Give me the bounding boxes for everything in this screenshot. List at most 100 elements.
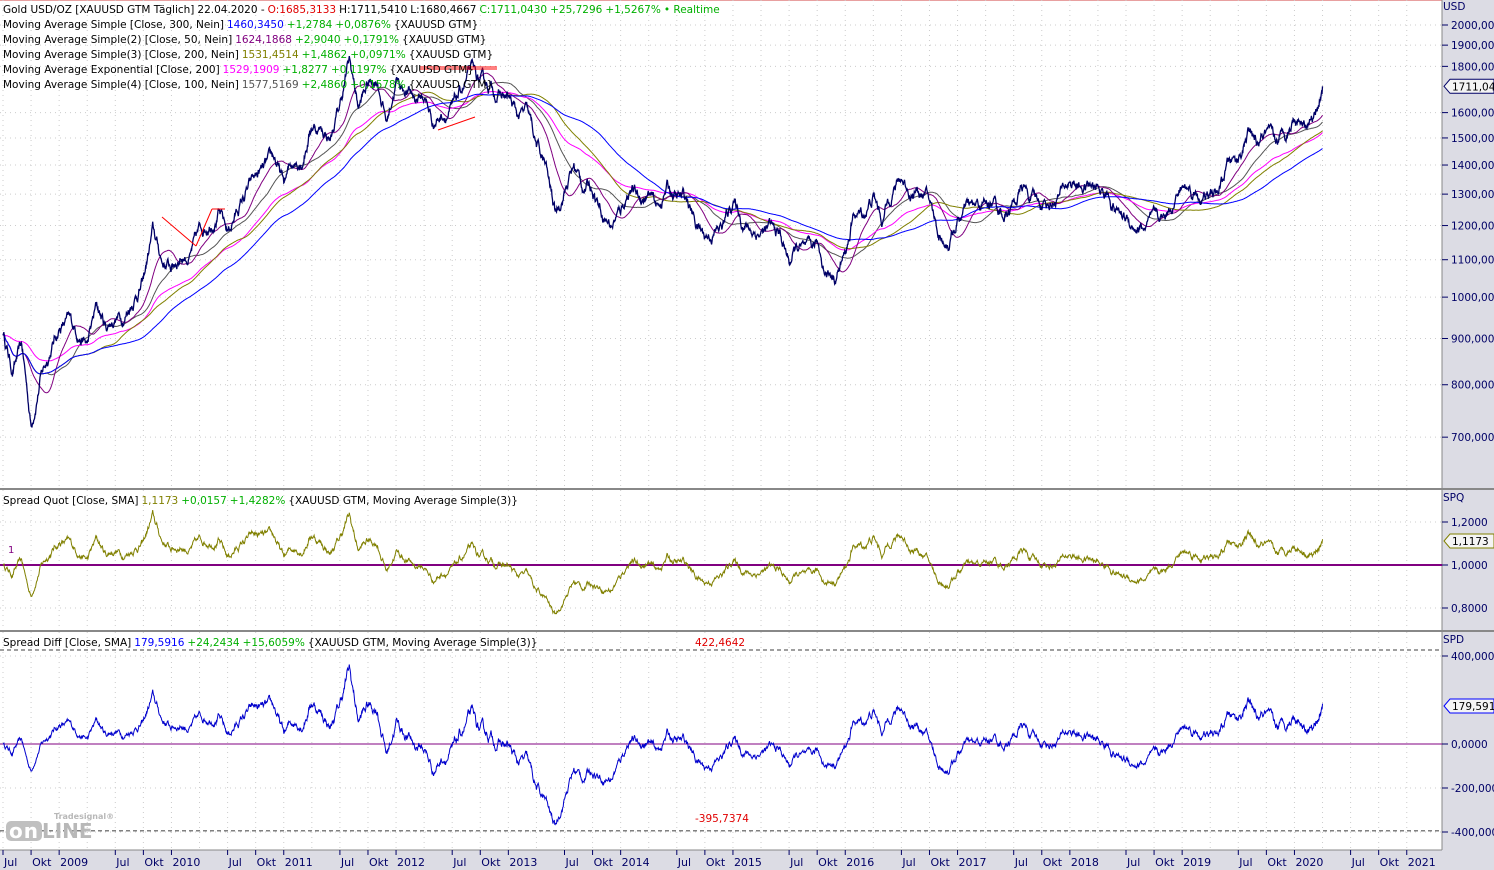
x-tick-label: Jul	[452, 856, 466, 869]
x-tick-label: Jul	[3, 856, 17, 869]
change-pct: +1,5267%	[605, 4, 661, 16]
tradesignal-logo: Tradesignal® on LINE	[6, 812, 114, 841]
x-tick-label: 2016	[846, 856, 874, 869]
x-tick-label: 2013	[509, 856, 537, 869]
y-tick-label: -400,0000	[1451, 827, 1494, 839]
y-tick-label: 0,0000	[1451, 739, 1488, 751]
legend-name: Spread Quot [Close, SMA]	[3, 495, 139, 507]
legend-name: Moving Average Simple(4) [Close, 100, Ne…	[3, 79, 239, 91]
x-tick-label: Okt	[706, 856, 726, 869]
indicator-legend: Moving Average Simple(2) [Close, 50, Nei…	[3, 33, 489, 48]
x-tick-label: 2009	[60, 856, 88, 869]
last-price-label: 1711,043	[1452, 81, 1494, 93]
indicator-legend: Moving Average Simple(4) [Close, 100, Ne…	[3, 78, 496, 93]
x-tick-label: Okt	[257, 856, 277, 869]
x-tick-label: Jul	[565, 856, 579, 869]
legend-name: Moving Average Simple [Close, 300, Nein]	[3, 19, 224, 31]
legend-name: Moving Average Exponential [Close, 200]	[3, 64, 220, 76]
y-tick-label: 1300,0000	[1451, 189, 1494, 201]
chart-canvas[interactable]: 1 422,4642 -395,7374 2000,0000 1900,0000 180…	[0, 0, 1494, 870]
x-tick-label: Okt	[1380, 856, 1400, 869]
low-value: L:1680,4667	[410, 4, 477, 16]
x-tick-label: Jul	[115, 856, 129, 869]
y-tick-label: 400,0000	[1451, 651, 1494, 663]
x-tick-label: 2010	[172, 856, 200, 869]
legend-value: 1,1173	[141, 495, 179, 507]
legend-pct: +0,1578%	[350, 79, 406, 91]
legend-src: {XAUUSD GTM}	[393, 19, 479, 31]
y-tick-label: 1100,0000	[1451, 255, 1494, 267]
x-tick-label: 2021	[1408, 856, 1436, 869]
y-tick-label: 1400,0000	[1451, 160, 1494, 172]
x-tick-label: 2012	[397, 856, 425, 869]
open-value: O:1685,3133	[267, 4, 337, 16]
legend-pct: +15,6059%	[242, 637, 305, 649]
legend-pct: +0,1197%	[331, 64, 387, 76]
legend-value: 1529,1909	[222, 64, 280, 76]
y-tick-label: 0,8000	[1451, 603, 1488, 615]
legend-change: +1,8277	[282, 64, 328, 76]
x-tick-label: Okt	[1043, 856, 1063, 869]
x-tick-label: Jul	[677, 856, 691, 869]
y-tick-label: 1500,0000	[1451, 133, 1494, 145]
extreme-label: -395,7374	[695, 813, 749, 825]
x-tick-label: Jul	[1238, 856, 1252, 869]
y-tick-label: -200,0000	[1451, 783, 1494, 795]
indicator-legend: Moving Average Simple [Close, 300, Nein]…	[3, 18, 481, 33]
x-tick-label: 2017	[959, 856, 987, 869]
spread-diff-legend: Spread Diff [Close, SMA] 179,5916 +24,2434…	[3, 636, 540, 651]
legend-value: 1624,1868	[235, 34, 292, 46]
y-tick-label: 1,2000	[1451, 517, 1488, 529]
y-tick-label: 1600,0000	[1451, 108, 1494, 120]
x-tick-label: Okt	[1267, 856, 1287, 869]
x-tick-label: Jul	[228, 856, 242, 869]
y-tick-label: 1800,0000	[1451, 61, 1494, 73]
y-tick-label: 900,0000	[1451, 333, 1494, 345]
legend-name: Moving Average Simple(2) [Close, 50, Nei…	[3, 34, 233, 46]
x-tick-label: Jul	[340, 856, 354, 869]
close-value: C:1711,0430	[479, 4, 548, 16]
x-tick-label: Okt	[1155, 856, 1175, 869]
y-tick-label: 2000,0000	[1451, 20, 1494, 32]
x-tick-label: Jul	[901, 856, 915, 869]
x-tick-label: 2020	[1295, 856, 1323, 869]
legend-value: 1531,4514	[241, 49, 299, 61]
x-tick-label: Jul	[1126, 856, 1140, 869]
legend-src: {XAUUSD GTM}	[402, 34, 487, 46]
extreme-label: 422,4642	[695, 637, 745, 649]
legend-change: +1,2784	[286, 19, 333, 31]
legend-pct: +0,0876%	[335, 19, 391, 31]
legend-src: {XAUUSD GTM}	[389, 64, 474, 76]
y-axis-unit: USD	[1443, 1, 1465, 13]
legend-source: {XAUUSD GTM, Moving Average Simple(3)}	[307, 637, 538, 649]
indicator-legend: Moving Average Exponential [Close, 200] 1…	[3, 63, 477, 78]
y-tick-label: 1200,0000	[1451, 221, 1494, 233]
x-tick-label: Jul	[1014, 856, 1028, 869]
y-tick-label: 800,0000	[1451, 380, 1494, 392]
x-tick-label: Okt	[32, 856, 52, 869]
instrument-title: Gold USD/OZ [XAUUSD GTM Täglich]	[3, 4, 195, 16]
y-axis-unit: SPD	[1443, 634, 1464, 646]
x-tick-label: Okt	[594, 856, 614, 869]
x-tick-label: Okt	[481, 856, 501, 869]
price-legend: Gold USD/OZ [XAUUSD GTM Täglich] 22.04.20…	[3, 3, 723, 18]
high-value: H:1711,5410	[339, 4, 408, 16]
quote-date: 22.04.2020 -	[197, 4, 265, 16]
legend-value: 179,5916	[134, 637, 185, 649]
legend-src: {XAUUSD GTM}	[408, 79, 494, 91]
legend-pct: +0,1791%	[343, 34, 400, 46]
legend-change: +2,9040	[294, 34, 341, 46]
legend-change: +0,0157	[181, 495, 227, 507]
spread-quot-legend: Spread Quot [Close, SMA] 1,1173 +0,0157 +1,…	[3, 494, 521, 509]
change-value: +25,7296	[550, 4, 603, 16]
y-tick-label: 1,0000	[1451, 560, 1488, 572]
y-tick-label: 1900,0000	[1451, 40, 1494, 52]
x-tick-label: Jul	[789, 856, 803, 869]
spread-diff-last-label: 179,5916	[1452, 701, 1494, 713]
legend-value: 1577,5169	[241, 79, 299, 91]
legend-change: +24,2434	[187, 637, 240, 649]
x-tick-label: 2015	[734, 856, 762, 869]
legend-change: +2,4860	[301, 79, 348, 91]
reference-label: 1	[8, 545, 14, 556]
y-tick-label: 1000,0000	[1451, 292, 1494, 304]
